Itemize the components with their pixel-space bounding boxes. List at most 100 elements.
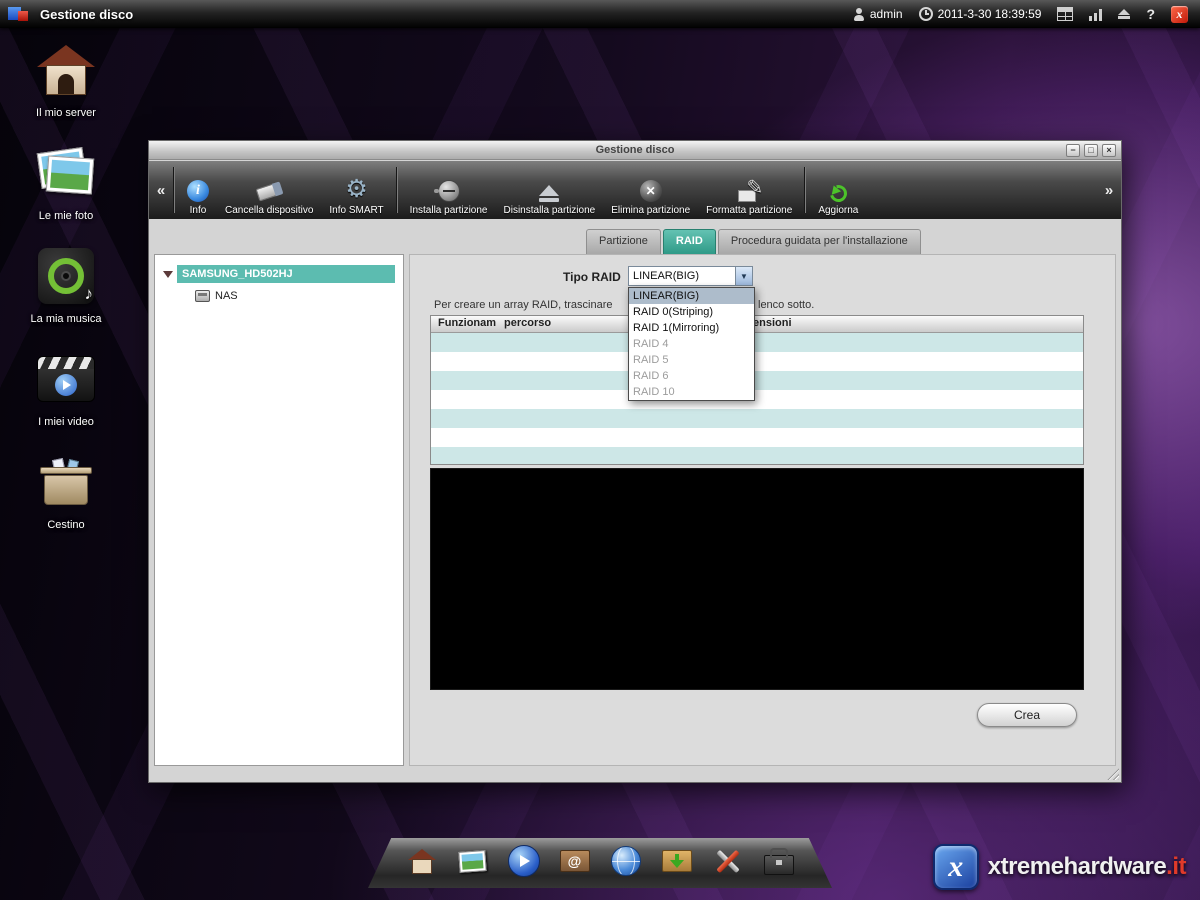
- tree-root-row[interactable]: SAMSUNG_HD502HJ: [163, 265, 395, 283]
- desktop-icon-label: Cestino: [47, 519, 84, 531]
- at-icon: [560, 850, 590, 872]
- delete-icon: ✕: [640, 180, 662, 202]
- desktop-icon-server[interactable]: Il mio server: [14, 38, 118, 119]
- window-title: Gestione disco: [596, 144, 675, 156]
- table-header: Funzionam percorso ensioni: [431, 316, 1083, 333]
- desktop-icon-music[interactable]: ♪ La mia musica: [14, 244, 118, 325]
- tabbar: Partizione RAID Procedura guidata per l'…: [586, 229, 921, 254]
- photos-icon: [458, 850, 486, 873]
- dock-browser[interactable]: [609, 843, 643, 879]
- desktop-icon-label: Le mie foto: [39, 210, 93, 222]
- dock-media-player[interactable]: [507, 843, 541, 879]
- window-toolbar: « i Info Cancella dispositivo ⚙ Info SMA…: [149, 161, 1121, 219]
- table-row: [431, 409, 1083, 428]
- restore-button[interactable]: □: [1084, 144, 1098, 157]
- dock-tools[interactable]: [711, 843, 745, 879]
- app-logo-icon: [8, 6, 30, 23]
- raid-type-label: Tipo RAID: [563, 270, 621, 284]
- table-row: [431, 390, 1083, 409]
- column-header[interactable]: ensioni: [753, 317, 792, 329]
- topbar: Gestione disco admin 2011-3-30 18:39:59 …: [0, 0, 1200, 28]
- eraser-icon: [255, 181, 283, 201]
- toolbar-info[interactable]: i Info: [179, 164, 217, 216]
- tree-child-row[interactable]: NAS: [195, 290, 403, 302]
- column-header[interactable]: Funzionam: [438, 317, 496, 329]
- disk-icon: [195, 290, 210, 302]
- dock-photos[interactable]: [456, 843, 490, 879]
- tree-root-label[interactable]: SAMSUNG_HD502HJ: [177, 265, 395, 283]
- resize-grip[interactable]: [1106, 767, 1119, 780]
- desktop-icon-trash[interactable]: Cestino: [14, 450, 118, 531]
- column-header[interactable]: percorso: [504, 317, 551, 329]
- help-button[interactable]: ?: [1146, 6, 1155, 22]
- music-icon: ♪: [38, 248, 94, 304]
- disk-management-window: Gestione disco − □ × « i Info Cancella d…: [148, 140, 1122, 783]
- gear-icon: ⚙: [345, 176, 367, 202]
- expand-arrow-icon[interactable]: [163, 271, 173, 278]
- watermark-text: xtremehardware.it: [988, 853, 1186, 881]
- raid-drop-area[interactable]: [430, 468, 1084, 690]
- table-row: [431, 333, 1083, 352]
- toolbar-scroll-left[interactable]: «: [153, 182, 169, 199]
- select-dropdown-button[interactable]: ▼: [735, 267, 752, 285]
- minimize-button[interactable]: −: [1066, 144, 1080, 157]
- home-icon: [408, 849, 436, 874]
- desktop-icon-label: La mia musica: [31, 313, 102, 325]
- dock-mail[interactable]: [558, 843, 592, 879]
- trash-icon: [40, 459, 92, 505]
- user-name: admin: [870, 7, 903, 21]
- toolbar-aggiorna[interactable]: Aggiorna: [810, 164, 866, 216]
- dropdown-option-raid0[interactable]: RAID 0(Striping): [629, 304, 754, 320]
- home-icon: [37, 45, 95, 95]
- xtremehardware-logo-icon: x: [933, 844, 979, 890]
- raid-type-select[interactable]: LINEAR(BIG) ▼: [628, 266, 753, 286]
- close-button[interactable]: ×: [1102, 144, 1116, 157]
- dropdown-option-raid5: RAID 5: [629, 352, 754, 368]
- toolbar-cancella-dispositivo[interactable]: Cancella dispositivo: [217, 164, 321, 216]
- clock-icon: [919, 7, 933, 21]
- table-row: [431, 428, 1083, 447]
- raid-type-value: LINEAR(BIG): [629, 270, 735, 282]
- raid-hint-left: Per creare un array RAID, trascinare: [434, 299, 613, 311]
- toolbox-icon: [764, 855, 794, 875]
- toolbar-separator: [396, 167, 398, 213]
- toolbar-formatta-partizione[interactable]: ✎ Formatta partizione: [698, 164, 800, 216]
- dropdown-option-linear[interactable]: LINEAR(BIG): [629, 288, 754, 304]
- eject-icon[interactable]: [1118, 9, 1130, 19]
- dropdown-option-raid1[interactable]: RAID 1(Mirroring): [629, 320, 754, 336]
- xtreme-badge-icon[interactable]: [1171, 6, 1188, 23]
- raid-volume-table: Funzionam percorso ensioni: [430, 315, 1084, 465]
- install-icon: [438, 180, 460, 202]
- desktop-shortcuts: Il mio server Le mie foto ♪ La mia music…: [14, 38, 118, 531]
- desktop-icon-videos[interactable]: I miei video: [14, 347, 118, 428]
- toolbar-disinstalla-partizione[interactable]: Disinstalla partizione: [496, 164, 604, 216]
- table-row: [431, 371, 1083, 390]
- toolbar-elimina-partizione[interactable]: ✕ Elimina partizione: [603, 164, 698, 216]
- status-bars-icon[interactable]: [1089, 8, 1102, 21]
- download-icon: [662, 850, 692, 872]
- play-icon: [508, 845, 540, 877]
- dock-toolbox[interactable]: [762, 843, 796, 879]
- table-row: [431, 447, 1083, 465]
- dropdown-option-raid4: RAID 4: [629, 336, 754, 352]
- tab-partizione[interactable]: Partizione: [586, 229, 661, 254]
- toolbar-installa-partizione[interactable]: Installa partizione: [402, 164, 496, 216]
- toolbar-info-smart[interactable]: ⚙ Info SMART: [321, 164, 391, 216]
- create-button[interactable]: Crea: [977, 703, 1077, 727]
- tab-raid[interactable]: RAID: [663, 229, 716, 254]
- dock-download[interactable]: [660, 843, 694, 879]
- window-titlebar[interactable]: Gestione disco − □ ×: [149, 141, 1121, 160]
- apps-grid-icon[interactable]: [1057, 7, 1073, 21]
- globe-icon: [611, 846, 641, 876]
- eject-icon: [539, 185, 559, 202]
- toolbar-scroll-right[interactable]: »: [1101, 182, 1117, 199]
- tab-procedura-guidata[interactable]: Procedura guidata per l'installazione: [718, 229, 921, 254]
- desktop-icon-label: Il mio server: [36, 107, 96, 119]
- desktop-icon-photos[interactable]: Le mie foto: [14, 141, 118, 222]
- dock-home[interactable]: [405, 843, 439, 879]
- clock: 2011-3-30 18:39:59: [919, 7, 1042, 21]
- toolbar-separator: [804, 167, 806, 213]
- user-menu[interactable]: admin: [853, 7, 903, 21]
- raid-hint-right: lenco sotto.: [758, 299, 814, 311]
- watermark: x xtremehardware.it: [933, 844, 1186, 890]
